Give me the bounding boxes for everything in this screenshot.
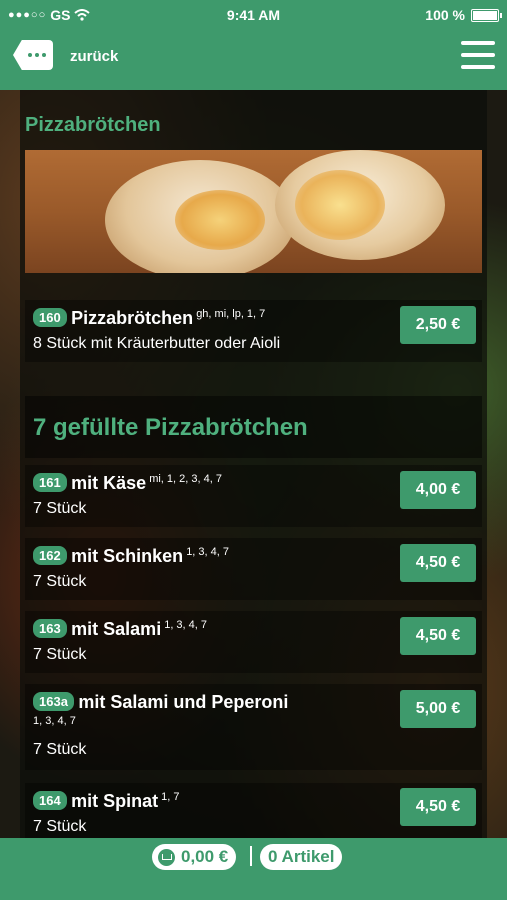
section-title-pizzabroetchen: Pizzabrötchen (25, 114, 161, 136)
article-count: 0 Artikel (268, 847, 335, 866)
item-number-badge: 161 (33, 473, 67, 492)
article-count-button[interactable]: 0 Artikel (260, 844, 343, 870)
cart-icon (158, 848, 175, 866)
section-header-box: 7 gefüllte Pizzabrötchen (25, 396, 482, 458)
item-name: mit Salami (71, 619, 162, 639)
cart-total-button[interactable]: 0,00 € (152, 844, 237, 870)
item-number-badge: 164 (33, 791, 67, 810)
list-item[interactable]: 163 mit Salami 1, 3, 4, 7 7 Stück 4,50 € (25, 611, 482, 673)
list-item[interactable]: 161 mit Käse mi, 1, 2, 3, 4, 7 7 Stück 4,… (25, 465, 482, 527)
section-title-gefuellte: 7 gefüllte Pizzabrötchen (33, 414, 308, 441)
hamburger-menu-icon[interactable] (461, 41, 495, 69)
allergen-codes: gh, mi, lp, 1, 7 (196, 308, 266, 320)
item-number-badge: 160 (33, 308, 67, 327)
item-name: mit Käse (71, 473, 147, 493)
add-to-cart-price-button[interactable]: 5,00 € (400, 690, 476, 728)
battery-percent: 100 % (425, 7, 465, 23)
item-description: 7 Stück (33, 500, 87, 517)
list-item[interactable]: 160 Pizzabrötchen gh, mi, lp, 1, 7 8 Stüc… (25, 300, 482, 362)
allergen-codes: 1, 3, 4, 7 (33, 715, 76, 727)
item-description: 7 Stück (33, 818, 87, 835)
add-to-cart-price-button[interactable]: 4,50 € (400, 788, 476, 826)
add-to-cart-price-button[interactable]: 4,00 € (400, 471, 476, 509)
item-description: 7 Stück (33, 646, 87, 663)
cart-total: 0,00 € (181, 847, 229, 866)
add-to-cart-price-button[interactable]: 2,50 € (400, 306, 476, 344)
item-description: 7 Stück (33, 573, 87, 590)
back-label[interactable]: zurück (70, 48, 118, 65)
list-item[interactable]: 164 mit Spinat 1, 7 7 Stück 4,50 € (25, 783, 482, 838)
list-item[interactable]: 162 mit Schinken 1, 3, 4, 7 7 Stück 4,50 … (25, 538, 482, 600)
footer-divider (250, 846, 252, 866)
battery-icon (471, 8, 502, 22)
status-bar: ●●●○○ GS 9:41 AM 100 % (0, 0, 507, 30)
item-name: mit Schinken (71, 546, 184, 566)
item-number-badge: 162 (33, 546, 67, 565)
item-name: mit Salami und Peperoni (78, 692, 289, 712)
app-header: zurück (0, 30, 507, 90)
item-name: Pizzabrötchen (71, 308, 194, 328)
item-name: mit Spinat (71, 791, 159, 811)
item-description: 8 Stück mit Kräuterbutter oder Aioli (33, 335, 281, 352)
add-to-cart-price-button[interactable]: 4,50 € (400, 617, 476, 655)
cart-footer: 0,00 € 0 Artikel (0, 838, 507, 900)
item-description: 7 Stück (33, 741, 87, 758)
allergen-codes: 1, 3, 4, 7 (186, 546, 229, 558)
pizzabroetchen-image (25, 150, 482, 273)
list-item[interactable]: 163a mit Salami und Peperoni 1, 3, 4, 7 … (25, 684, 482, 770)
back-button[interactable] (13, 40, 53, 70)
allergen-codes: 1, 3, 4, 7 (164, 619, 208, 631)
add-to-cart-price-button[interactable]: 4,50 € (400, 544, 476, 582)
item-number-badge: 163a (33, 692, 74, 711)
allergen-codes: mi, 1, 2, 3, 4, 7 (149, 473, 222, 485)
item-number-badge: 163 (33, 619, 67, 638)
allergen-codes: 1, 7 (161, 791, 180, 803)
